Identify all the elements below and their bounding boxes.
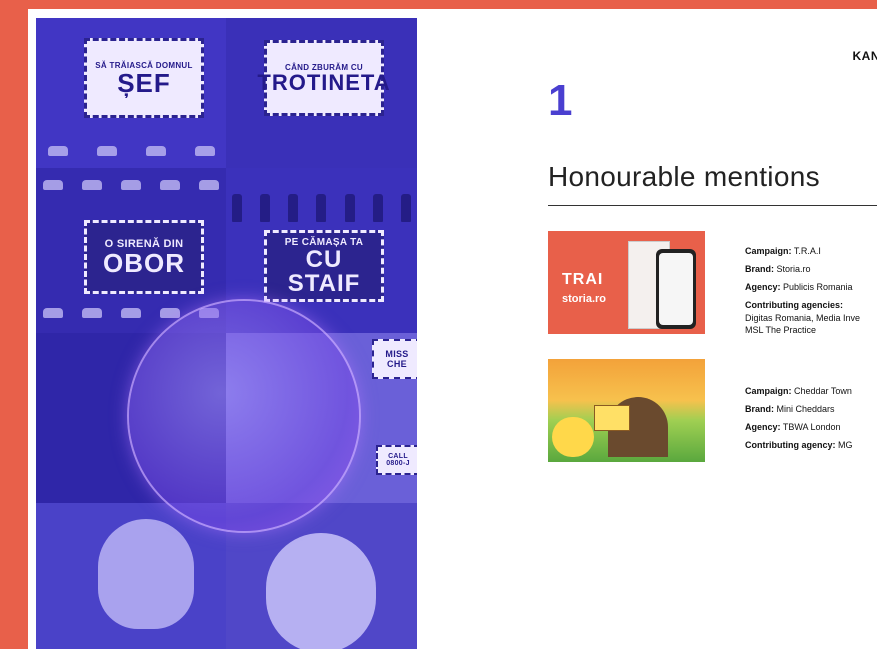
thumbnail-logo: TRAI xyxy=(562,271,604,288)
collage-tile xyxy=(36,503,226,649)
brand-label: Brand: xyxy=(745,264,774,275)
collage-sign: PE CĂMAȘA TA CU STAIF xyxy=(264,230,384,302)
collage-sign-text: MISS xyxy=(385,349,409,359)
agency-label: Agency: xyxy=(745,282,781,293)
collage-cars xyxy=(36,180,226,190)
collage-tile: SĂ TRĂIASCĂ DOMNUL ȘEF xyxy=(36,18,226,168)
campaign-collage-image: SĂ TRĂIASCĂ DOMNUL ȘEF CÂND ZBURĂM CU TR… xyxy=(36,18,417,649)
entry-details: Campaign: Cheddar Town Brand: Mini Chedd… xyxy=(745,385,877,458)
campaign-label: Campaign: xyxy=(745,246,792,256)
collage-sign-text: CU STAIF xyxy=(287,245,361,297)
agency-label: Agency: xyxy=(745,422,781,433)
cartoon-face xyxy=(266,533,376,649)
collage-tile: CÂND ZBURĂM CU TROTINETA xyxy=(226,18,417,168)
contributing-value: MG xyxy=(838,440,853,451)
agency-value: TBWA London xyxy=(782,422,841,433)
campaign-thumbnail xyxy=(548,359,705,462)
section-number: 1 xyxy=(548,76,573,125)
collage-sign-text: 0800-J xyxy=(386,460,410,467)
section-title: Honourable mentions xyxy=(548,161,820,192)
mention-entry: Campaign: Cheddar Town Brand: Mini Chedd… xyxy=(548,359,877,463)
contributing-label: Contributing agencies: xyxy=(745,300,844,311)
contributing-value: Digitas Romania, Media Inve xyxy=(745,312,861,323)
campaign-thumbnail: TRAI storia.ro xyxy=(548,231,705,334)
section-divider xyxy=(548,205,877,206)
agency-value: Publicis Romania xyxy=(783,282,853,293)
collage-sign: SĂ TRĂIASCĂ DOMNUL ȘEF xyxy=(84,38,204,118)
collage-sign: O SIRENĂ DIN OBOR xyxy=(84,220,204,294)
campaign-value: Cheddar Town xyxy=(794,386,852,396)
collage-sign: CÂND ZBURĂM CU TROTINETA xyxy=(257,40,390,116)
contributing-value-2: MSL The Practice xyxy=(745,324,817,335)
collage-bottles xyxy=(226,194,417,222)
cartoon-face xyxy=(98,519,194,629)
collage-sign-text: CALL xyxy=(388,453,408,460)
collage-sign: CALL 0800-J xyxy=(376,445,417,475)
thumbnail-phone xyxy=(656,249,696,329)
collage-cars xyxy=(36,146,226,156)
report-brandmark: KAN xyxy=(852,49,877,63)
brand-label: Brand: xyxy=(745,404,774,415)
collage-sign-text: CHE xyxy=(387,359,407,369)
campaign-value: T.R.A.I xyxy=(793,246,821,256)
brand-value: Storia.ro xyxy=(776,264,811,275)
thumbnail-brand-text: storia.ro xyxy=(562,293,607,305)
thumbnail-cheese xyxy=(552,417,594,457)
thumbnail-sign xyxy=(594,405,630,431)
campaign-label: Campaign: xyxy=(745,386,792,396)
collage-sign-text: TROTINETA xyxy=(257,69,391,95)
collage-sign-text: OBOR xyxy=(103,248,185,278)
report-page: SĂ TRĂIASCĂ DOMNUL ȘEF CÂND ZBURĂM CU TR… xyxy=(28,9,877,649)
magnifier-lens xyxy=(129,301,359,531)
entry-details: Campaign: T.R.A.I Brand: Storia.ro Agenc… xyxy=(745,245,877,336)
collage-sign: MISS CHE xyxy=(372,339,417,379)
collage-sign-text: ȘEF xyxy=(117,67,171,98)
contributing-label: Contributing agency: xyxy=(745,440,836,451)
mention-entry: TRAI storia.ro Campaign: T.R.A.I Brand: … xyxy=(548,231,877,341)
collage-tile: O SIRENĂ DIN OBOR xyxy=(36,168,226,333)
brand-value: Mini Cheddars xyxy=(776,404,835,415)
